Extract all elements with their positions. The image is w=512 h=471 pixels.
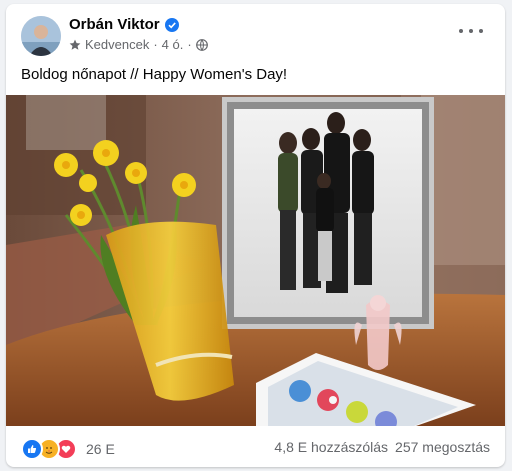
author-name-label: Orbán Viktor [69,16,160,33]
author-name[interactable]: Orbán Viktor [69,16,179,33]
meta-separator: · [187,37,192,52]
share-count[interactable]: 257 megosztás [395,439,490,455]
post-meta: Kedvencek · 4 ó. · [69,37,208,52]
dot-icon [469,29,473,33]
reaction-summary[interactable]: 26 E [21,438,115,460]
audience-label[interactable]: Kedvencek [85,37,149,52]
post-card: Orbán Viktor Kedvencek · 4 ó. · Boldog n… [6,4,505,467]
like-icon [21,438,43,460]
more-options-button[interactable] [459,24,483,38]
meta-separator: · [153,37,158,52]
post-photo[interactable] [6,95,505,426]
post-time[interactable]: 4 ó. [162,37,184,52]
author-avatar[interactable] [21,16,61,56]
star-icon [69,39,81,50]
dot-icon [479,29,483,33]
verified-badge-icon [164,17,179,32]
post-footer: 26 E 4,8 E hozzászólás 257 megosztás [6,426,505,467]
post-stats: 4,8 E hozzászólás 257 megosztás [274,439,490,455]
comment-count[interactable]: 4,8 E hozzászólás [274,439,388,455]
post-text: Boldog nőnapot // Happy Women's Day! [21,66,288,83]
globe-icon[interactable] [195,38,208,51]
reaction-count: 26 E [86,441,115,457]
dot-icon [459,29,463,33]
